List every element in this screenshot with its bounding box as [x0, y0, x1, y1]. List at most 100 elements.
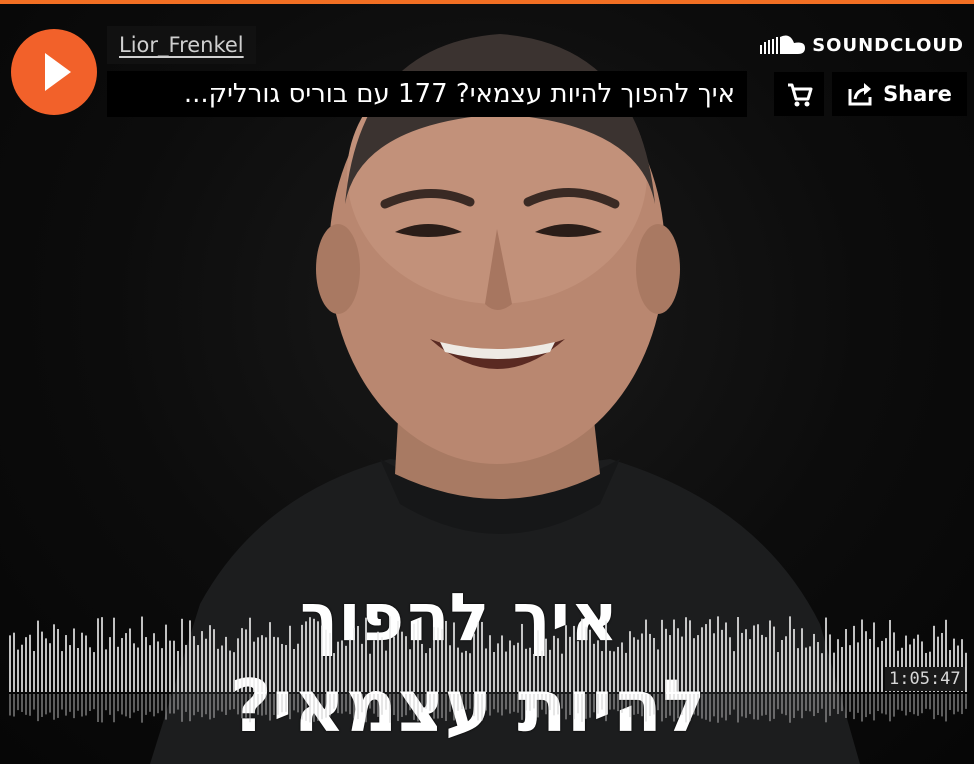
- waveform-reflection-bar: [321, 694, 323, 720]
- waveform-bar: [313, 618, 315, 692]
- waveform-bar: [213, 629, 215, 692]
- waveform-reflection-bar: [957, 694, 959, 712]
- waveform-reflection-bar: [641, 694, 643, 717]
- waveform-bar: [153, 633, 155, 692]
- waveform-bar: [281, 643, 283, 692]
- waveform-reflection-bar: [805, 694, 807, 711]
- waveform-reflection-bar: [137, 694, 139, 711]
- username-link[interactable]: Lior_Frenkel: [119, 33, 244, 57]
- waveform-reflection-bar: [541, 694, 543, 710]
- waveform-reflection-bar: [429, 694, 431, 711]
- play-button[interactable]: [11, 29, 97, 115]
- waveform-reflection-bar: [457, 694, 459, 711]
- waveform-reflection-bar: [153, 694, 155, 717]
- waveform-bar: [297, 643, 299, 692]
- waveform-reflection-bar: [801, 694, 803, 719]
- waveform-bar: [285, 645, 287, 692]
- waveform-reflection-bar: [549, 694, 551, 711]
- waveform-bar: [349, 639, 351, 692]
- waveform-reflection-bar: [817, 694, 819, 713]
- waveform-reflection-bar: [629, 694, 631, 718]
- waveform-bar: [689, 620, 691, 692]
- waveform-reflection-bar: [233, 694, 235, 710]
- waveform-bar: [565, 625, 567, 692]
- waveform-bar: [21, 644, 23, 692]
- waveform-bar: [233, 652, 235, 692]
- waveform-bar: [729, 637, 731, 692]
- waveform-reflection-bar: [489, 694, 491, 716]
- waveform-reflection-bar: [953, 694, 955, 715]
- waveform-reflection-bar: [217, 694, 219, 711]
- waveform-bar: [369, 653, 371, 692]
- waveform-bar: [713, 633, 715, 692]
- waveform-bar: [377, 631, 379, 692]
- waveform-bar: [497, 643, 499, 692]
- waveform-reflection-bar: [357, 694, 359, 720]
- waveform-reflection-bar: [45, 694, 47, 715]
- waveform-reflection-bar: [597, 694, 599, 714]
- waveform-bar: [473, 633, 475, 692]
- waveform-reflection-bar: [133, 694, 135, 713]
- waveform-reflection-bar: [637, 694, 639, 714]
- username-link-chip[interactable]: Lior_Frenkel: [107, 26, 256, 64]
- buy-button[interactable]: [774, 72, 824, 116]
- waveform-reflection-bar: [149, 694, 151, 712]
- waveform-bar: [585, 626, 587, 692]
- waveform-bar: [521, 623, 523, 692]
- waveform-reflection-bar: [585, 694, 587, 719]
- waveform-bar: [809, 646, 811, 692]
- waveform-bar: [325, 629, 327, 692]
- waveform-bar: [229, 650, 231, 692]
- waveform-reflection-bar: [501, 694, 503, 716]
- waveform-bar: [741, 632, 743, 692]
- waveform-reflection-bar: [889, 694, 891, 722]
- waveform-bar: [441, 628, 443, 692]
- share-button[interactable]: Share: [832, 72, 967, 116]
- waveform-bar: [237, 638, 239, 692]
- waveform-bar: [605, 620, 607, 692]
- waveform-bar: [557, 638, 559, 692]
- waveform-bar: [269, 622, 271, 692]
- waveform-bar: [477, 622, 479, 692]
- waveform-reflection-bar: [525, 694, 527, 711]
- waveform-reflection-bar: [481, 694, 483, 721]
- waveform-bar: [413, 623, 415, 692]
- waveform-reflection-bar: [117, 694, 119, 712]
- track-title-chip[interactable]: ...איך להפוך להיות עצמאי? 177 עם בוריס ג…: [107, 71, 747, 117]
- waveform[interactable]: [0, 600, 974, 730]
- waveform-reflection-bar: [445, 694, 447, 721]
- waveform-bar: [437, 627, 439, 692]
- waveform-bar: [85, 635, 87, 692]
- waveform-bar: [105, 649, 107, 692]
- waveform-reflection-bar: [869, 694, 871, 715]
- track-title[interactable]: ...איך להפוך להיות עצמאי? 177 עם בוריס ג…: [184, 79, 735, 109]
- waveform-bar: [261, 635, 263, 692]
- waveform-reflection-bar: [657, 694, 659, 711]
- waveform-reflection-bar: [737, 694, 739, 723]
- waveform-bar: [337, 641, 339, 692]
- waveform-bar: [449, 645, 451, 692]
- waveform-bar: [617, 646, 619, 692]
- waveform-bar: [133, 643, 135, 692]
- waveform-bar: [33, 651, 35, 692]
- waveform-bar: [697, 635, 699, 692]
- waveform-bar: [865, 631, 867, 692]
- waveform-bar: [849, 645, 851, 692]
- waveform-bar: [225, 636, 227, 692]
- waveform-reflection-bar: [789, 694, 791, 723]
- soundcloud-logo[interactable]: SOUNDCLOUD: [760, 34, 964, 56]
- waveform-reflection-bar: [141, 694, 143, 723]
- waveform-reflection-bar: [409, 694, 411, 711]
- waveform-reflection-bar: [669, 694, 671, 716]
- waveform-bar: [353, 627, 355, 692]
- waveform-reflection-bar: [965, 694, 967, 709]
- waveform-reflection-bar: [169, 694, 171, 714]
- waveform-reflection-bar: [685, 694, 687, 723]
- waveform-bar: [677, 628, 679, 692]
- waveform-bar: [25, 637, 27, 692]
- waveform-reflection-bar: [573, 694, 575, 720]
- waveform-bar: [185, 644, 187, 692]
- waveform-reflection-bar: [337, 694, 339, 714]
- waveform-reflection-bar: [537, 694, 539, 718]
- waveform-reflection-bar: [365, 694, 367, 723]
